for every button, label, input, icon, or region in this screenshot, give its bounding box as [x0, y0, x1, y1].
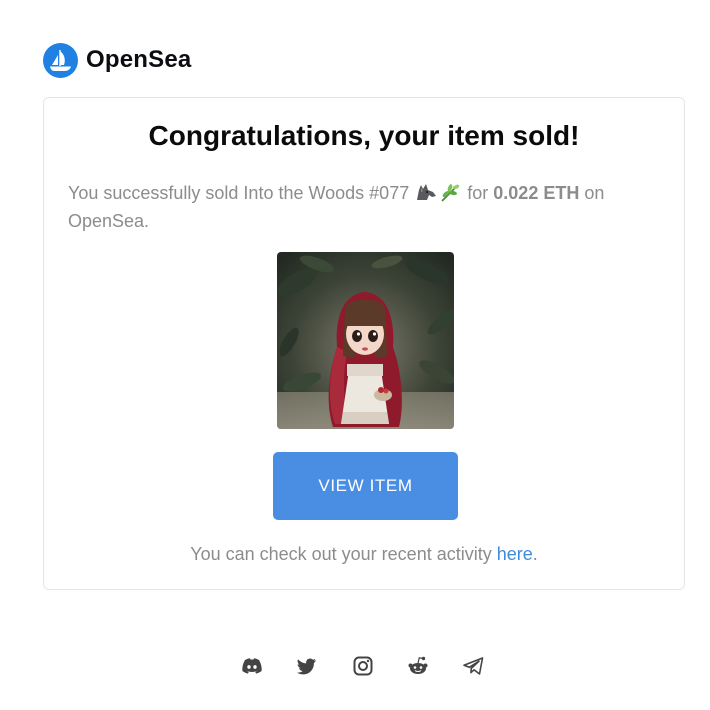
wolf-emoji-icon — [415, 182, 437, 209]
sale-message: You successfully sold Into the Woods #07… — [68, 181, 660, 234]
activity-message: You can check out your recent activity h… — [44, 544, 684, 565]
message-prefix: You successfully sold Into the Woods #07… — [68, 183, 410, 203]
twitter-icon[interactable] — [295, 654, 319, 678]
discord-icon[interactable] — [240, 654, 264, 678]
activity-text: You can check out your recent activity — [190, 544, 492, 564]
sale-price: 0.022 ETH — [493, 183, 580, 203]
instagram-icon[interactable] — [351, 654, 375, 678]
reddit-icon[interactable] — [406, 654, 430, 678]
email-page: OpenSea Congratulations, your item sold!… — [0, 0, 710, 710]
sale-notification-card: Congratulations, your item sold! You suc… — [43, 97, 685, 590]
activity-end: . — [532, 544, 538, 564]
brand-name: OpenSea — [86, 46, 192, 73]
message-for: for — [467, 183, 489, 203]
item-image[interactable] — [277, 252, 454, 429]
brand-header[interactable]: OpenSea — [43, 42, 191, 78]
herb-emoji-icon — [439, 182, 461, 209]
opensea-logo-icon — [43, 42, 78, 78]
view-item-button[interactable]: VIEW ITEM — [273, 452, 458, 520]
activity-link[interactable]: here — [497, 544, 533, 564]
telegram-icon[interactable] — [461, 654, 485, 678]
social-links — [240, 654, 485, 678]
headline: Congratulations, your item sold! — [148, 120, 580, 151]
